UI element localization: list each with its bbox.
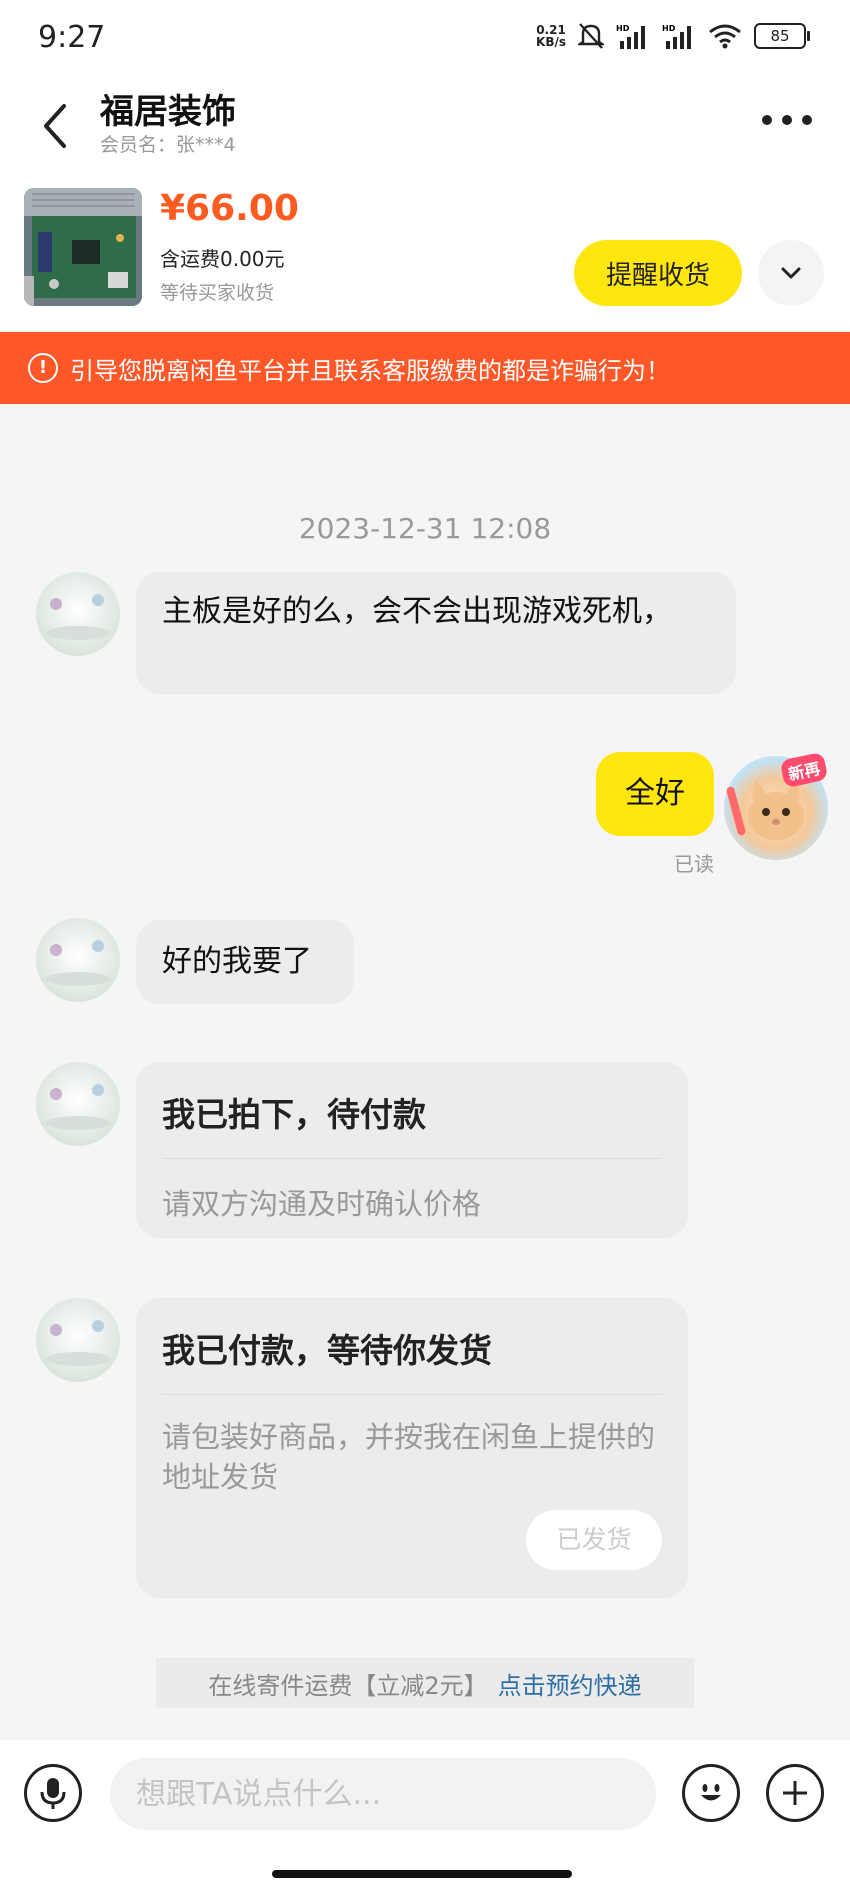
net-speed-unit: KB/s <box>536 35 566 49</box>
card-divider <box>162 1158 662 1159</box>
read-receipt: 已读 <box>674 852 714 876</box>
card-subtitle: 请包装好商品，并按我在闲鱼上提供的地址发货 <box>162 1420 656 1494</box>
circuit-board-image <box>24 188 142 306</box>
status-time: 9:27 <box>38 20 106 55</box>
member-name: 会员名：张***4 <box>100 134 236 156</box>
order-status-card[interactable]: 我已付款，等待你发货 请包装好商品，并按我在闲鱼上提供的地址发货 已发货 <box>136 1298 688 1598</box>
voice-button[interactable] <box>24 1764 82 1822</box>
message-text: 主板是好的么，会不会出现游戏死机， <box>162 594 672 629</box>
back-arrow-icon[interactable] <box>34 96 78 156</box>
seller-avatar[interactable] <box>36 918 120 1002</box>
remind-receipt-button[interactable]: 提醒收货 <box>574 240 742 306</box>
warning-icon: ! <box>28 353 58 383</box>
chevron-down-icon <box>781 267 801 279</box>
wifi-icon <box>709 24 741 49</box>
incoming-message[interactable]: 主板是好的么，会不会出现游戏死机， <box>136 572 736 694</box>
svg-text:HD: HD <box>662 24 676 33</box>
emoji-button[interactable] <box>682 1764 740 1822</box>
warning-text: 引导您脱离闲鱼平台并且联系客服缴费的都是诈骗行为！ <box>70 356 670 385</box>
status-icons: 0.21 KB/s HD HD 85 <box>536 22 810 50</box>
message-text: 全好 <box>625 776 685 811</box>
seller-avatar[interactable] <box>36 1062 120 1146</box>
shipped-button[interactable]: 已发货 <box>526 1510 662 1570</box>
input-bar <box>0 1740 850 1890</box>
expand-button[interactable] <box>758 240 824 306</box>
my-avatar[interactable]: 新再 <box>724 751 829 860</box>
card-title: 我已付款，等待你发货 <box>162 1331 492 1370</box>
plus-icon <box>783 1781 807 1805</box>
shipping-fee: 含运费0.00元 <box>160 247 285 271</box>
seller-avatar[interactable] <box>36 572 120 656</box>
book-courier-link[interactable]: 点击预约快递 <box>498 1666 642 1701</box>
more-options-icon[interactable] <box>762 110 812 130</box>
promo-text: 在线寄件运费【立减2元】 <box>208 1671 488 1700</box>
battery-icon: 85 <box>754 23 810 49</box>
shipping-promo-bar: 在线寄件运费【立减2元】 点击预约快递 <box>156 1658 694 1708</box>
order-status-card[interactable]: 我已拍下，待付款 请双方沟通及时确认价格 <box>136 1062 688 1238</box>
fraud-warning-banner: ! 引导您脱离闲鱼平台并且联系客服缴费的都是诈骗行为！ <box>0 332 850 404</box>
seller-avatar[interactable] <box>36 1298 120 1382</box>
incoming-message[interactable]: 好的我要了 <box>136 920 354 1004</box>
message-input[interactable] <box>110 1758 656 1830</box>
product-price: ¥66.00 <box>160 188 299 229</box>
product-thumbnail[interactable] <box>24 188 142 306</box>
card-subtitle: 请双方沟通及时确认价格 <box>162 1187 482 1221</box>
chat-header: 福居装饰 会员名：张***4 ¥66.00 含运费0.00元 等待买家收货 提醒… <box>0 80 850 330</box>
outgoing-message[interactable]: 全好 <box>596 752 714 836</box>
svg-text:HD: HD <box>616 24 630 33</box>
mute-icon <box>578 23 604 49</box>
home-indicator <box>272 1870 572 1878</box>
network-speed: 0.21 KB/s <box>536 24 566 48</box>
message-timestamp: 2023-12-31 12:08 <box>298 512 552 545</box>
microphone-icon <box>40 1778 66 1809</box>
card-divider <box>162 1394 662 1395</box>
status-bar: 9:27 0.21 KB/s HD HD 85 <box>0 0 850 80</box>
add-attachment-button[interactable] <box>766 1764 824 1822</box>
emoji-icon <box>701 1784 721 1801</box>
signal-icon-2: HD <box>662 24 691 49</box>
shop-name: 福居装饰 <box>100 92 236 132</box>
card-title: 我已拍下，待付款 <box>162 1095 426 1134</box>
message-text: 好的我要了 <box>162 944 312 979</box>
order-status: 等待买家收货 <box>160 282 275 304</box>
signal-icon: HD <box>616 24 645 49</box>
